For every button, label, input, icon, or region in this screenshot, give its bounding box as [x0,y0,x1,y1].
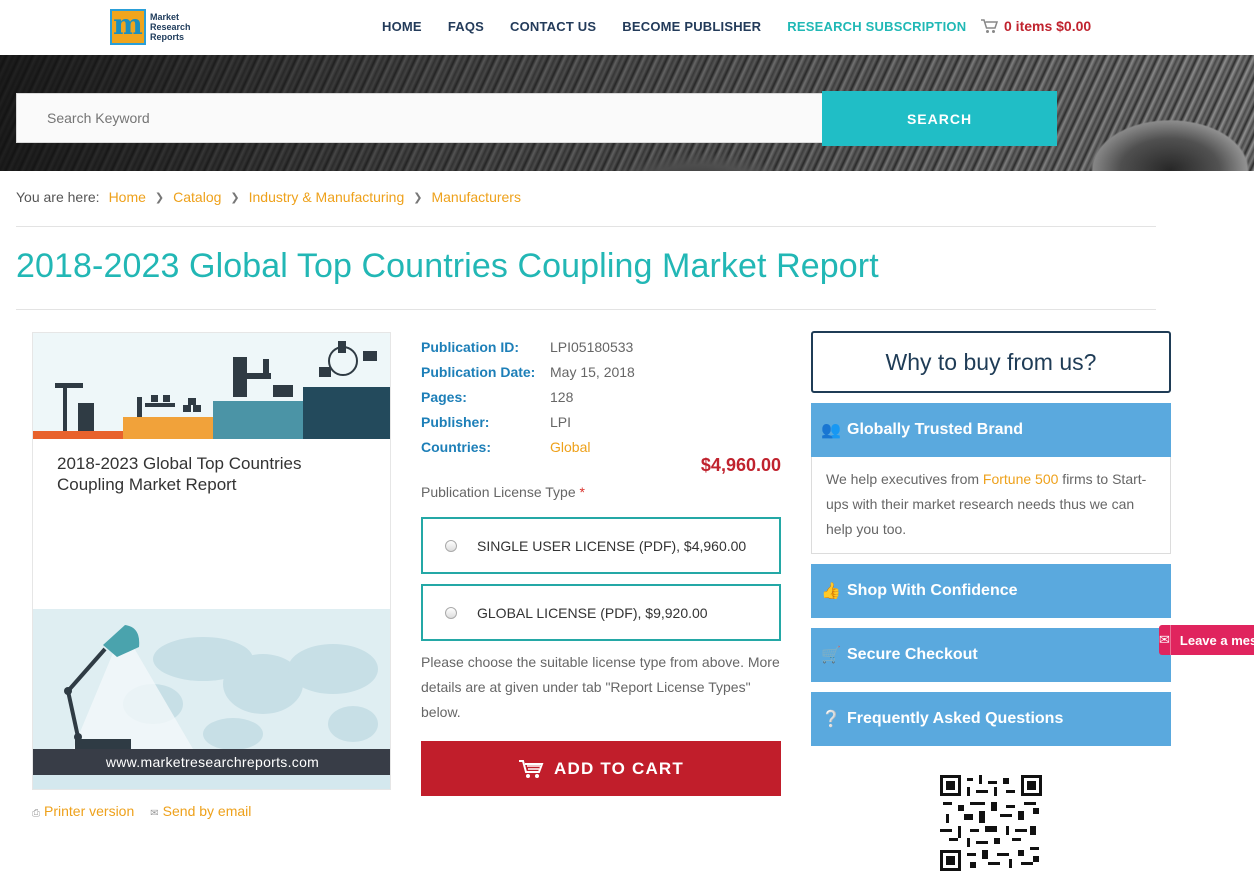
detail-row: Pages: 128 [421,388,574,405]
logo-mark: m [110,9,146,45]
nav-research-subscription[interactable]: RESEARCH SUBSCRIPTION [787,19,966,34]
nav-faqs[interactable]: FAQS [448,19,484,34]
license-note: Please choose the suitable license type … [421,654,780,720]
printer-version-link[interactable]: ⎙ Printer version [32,803,134,819]
license-option-single-user[interactable]: SINGLE USER LICENSE (PDF), $4,960.00 [421,517,781,574]
globally-trusted-brand-panel[interactable]: 👥 Globally Trusted Brand [811,403,1171,457]
license-option-global[interactable]: GLOBAL LICENSE (PDF), $9,920.00 [421,584,781,641]
leave-message-tab[interactable]: ✉ Leave a message [1159,625,1254,655]
cart-icon [981,18,998,33]
breadcrumb-industry[interactable]: Industry & Manufacturing [249,189,405,205]
printer-icon: ⎙ [32,808,40,819]
cart-icon [519,759,544,778]
report-price: $4,960.00 [700,455,781,475]
cover-url: www.marketresearchreports.com [33,749,390,775]
divider [16,226,1156,227]
nav-become-publisher[interactable]: BECOME PUBLISHER [622,19,761,34]
question-circle-icon: ❔ [821,711,841,728]
license-type-label: Publication License Type * [421,484,585,500]
chevron-right-icon: ❯ [230,191,240,204]
hero-banner: SEARCH [0,55,1254,171]
document-links: ⎙ Printer version ✉ Send by email [32,803,251,819]
email-icon: ✉ [150,808,159,819]
license-option-label: SINGLE USER LICENSE (PDF), $4,960.00 [477,537,747,554]
breadcrumb-manufacturers[interactable]: Manufacturers [431,189,520,205]
detail-row: Publisher: LPI [421,413,572,430]
chevron-right-icon: ❯ [154,191,165,204]
nav-contact-us[interactable]: CONTACT US [510,19,596,34]
breadcrumb-home[interactable]: Home [109,189,146,205]
detail-row: Countries: Global [421,438,591,455]
breadcrumb-catalog[interactable]: Catalog [173,189,221,205]
cart-icon: 🛒 [821,647,841,664]
users-icon: 👥 [821,422,841,439]
report-cover-image: 2018-2023 Global Top Countries Coupling … [32,332,391,790]
search-input[interactable] [17,94,822,142]
detail-row: Publication ID: LPI05180533 [421,338,634,355]
shop-with-confidence-panel[interactable]: 👍 Shop With Confidence [811,564,1171,618]
cover-footer-bar [33,775,390,789]
add-to-cart-button[interactable]: ADD TO CART [421,741,781,796]
license-option-label: GLOBAL LICENSE (PDF), $9,920.00 [477,604,708,621]
divider [16,309,1156,310]
breadcrumb-lead: You are here: [16,189,100,205]
cart-summary: 0 items $0.00 [1004,18,1092,34]
nav-home[interactable]: HOME [382,19,422,34]
globally-trusted-brand-body: We help executives from Fortune 500 firm… [811,457,1171,554]
logo-text: Market Research Reports [150,12,191,42]
required-marker: * [579,484,585,500]
cover-illustration [33,333,390,439]
detail-row: Publication Date: May 15, 2018 [421,363,635,380]
site-logo[interactable]: m Market Research Reports [110,8,192,46]
header-cart[interactable]: 0 items $0.00 [981,18,1091,34]
send-by-email-link[interactable]: ✉ Send by email [150,803,251,819]
faq-panel[interactable]: ❔ Frequently Asked Questions [811,692,1171,746]
radio-button[interactable] [445,606,457,619]
site-header: m Market Research Reports HOME FAQS CONT… [0,0,1254,55]
search-button[interactable]: SEARCH [822,91,1057,146]
envelope-icon: ✉ [1159,625,1171,655]
chevron-right-icon: ❯ [413,191,423,204]
cover-title: 2018-2023 Global Top Countries Coupling … [57,454,302,494]
fortune-500-highlight: Fortune 500 [982,471,1059,487]
qr-code [940,775,1042,871]
thumbs-up-icon: 👍 [821,583,841,600]
page-title: 2018-2023 Global Top Countries Coupling … [16,247,879,285]
why-buy-heading: Why to buy from us? [811,331,1171,393]
publication-details: Publication ID: LPI05180533 Publication D… [421,334,635,459]
secure-checkout-panel[interactable]: 🛒 Secure Checkout [811,628,1171,682]
countries-link[interactable]: Global [550,439,590,455]
breadcrumb: You are here: Home ❯ Catalog ❯ Industry … [16,189,521,205]
search-box [16,93,823,143]
main-nav: HOME FAQS CONTACT US BECOME PUBLISHER RE… [382,19,992,34]
radio-button[interactable] [445,539,457,552]
